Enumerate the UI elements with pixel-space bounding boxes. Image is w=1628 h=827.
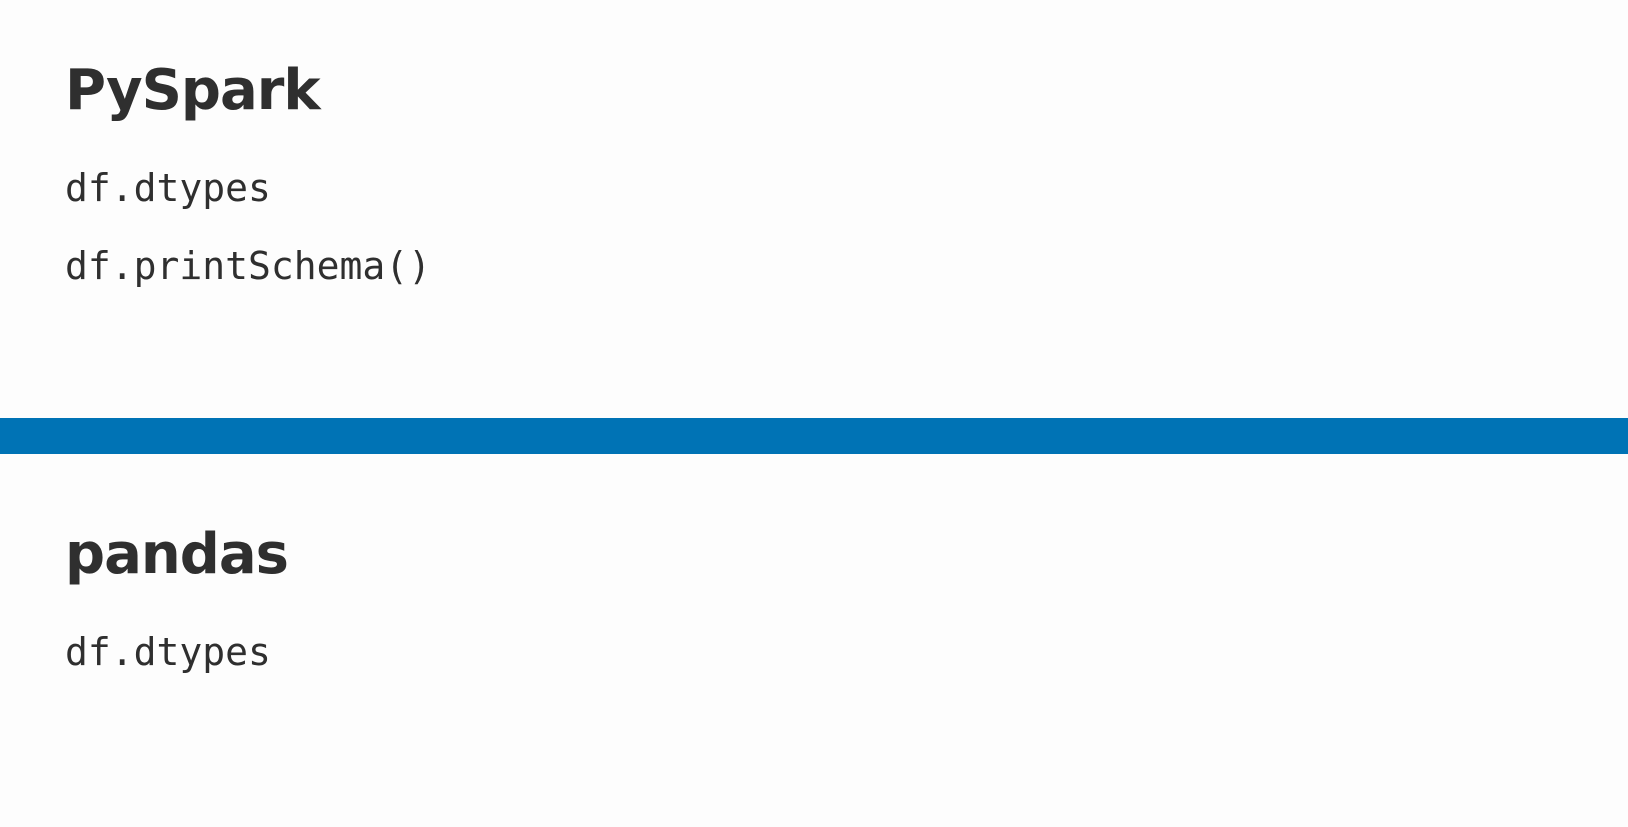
pyspark-code-line-dtypes: df.dtypes [65,166,271,210]
pyspark-code-line-printschema: df.printSchema() [65,244,432,288]
pyspark-section: PySpark df.dtypes df.printSchema() [65,52,431,286]
pandas-section: pandas df.dtypes [65,516,289,674]
pandas-code-line-dtypes: df.dtypes [65,630,271,674]
slide: PySpark df.dtypes df.printSchema() panda… [0,0,1628,827]
pyspark-heading: PySpark [65,58,321,123]
section-divider [0,418,1628,454]
pandas-heading: pandas [65,522,289,587]
